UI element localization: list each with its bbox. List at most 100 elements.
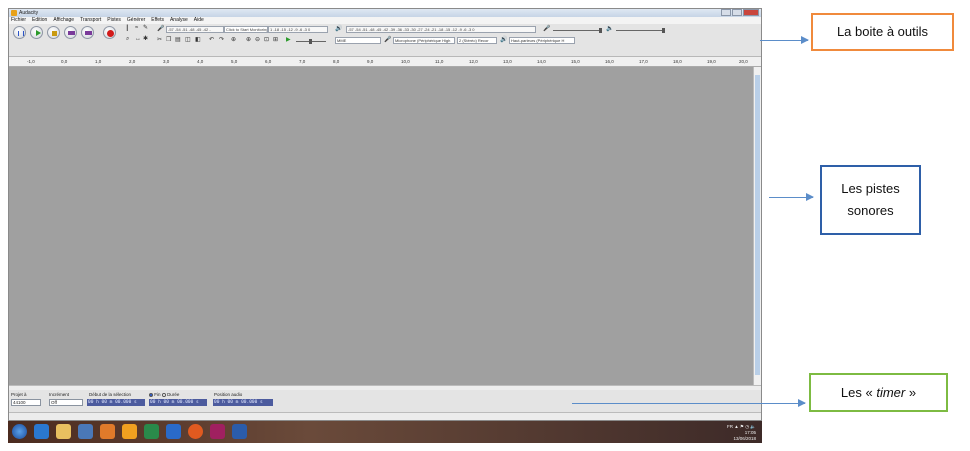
input-device-icon: 🎤	[384, 37, 392, 43]
menu-aide[interactable]: Aide	[194, 17, 204, 24]
zoom-out-icon[interactable]: ⊖	[255, 37, 260, 44]
output-device-select[interactable]: Haut-parleurs (Périphérique H	[509, 37, 575, 44]
silence-icon[interactable]: ◧	[195, 37, 201, 44]
project-rate-select[interactable]: 44100	[11, 399, 41, 406]
toolbox-annotation-text: La boite à outils	[836, 24, 929, 39]
menu-edition[interactable]: Edition	[32, 17, 47, 24]
timer-annotation: Les « timer »	[809, 373, 948, 412]
windows-taskbar: FR ▲ ⚑ ◷ 🔈 17:05 13/06/2018	[8, 421, 762, 443]
input-device-select[interactable]: Microphone (Périphérique High	[393, 37, 455, 44]
title-bar: Audacity	[9, 9, 761, 17]
length-radio[interactable]	[161, 392, 166, 397]
record-volume-slider[interactable]	[553, 30, 601, 31]
ruler-tick: 5,0	[231, 59, 238, 64]
file-explorer-icon[interactable]	[56, 424, 71, 439]
playback-volume-thumb[interactable]	[662, 28, 665, 33]
start-button[interactable]	[12, 424, 27, 439]
selection-start-time[interactable]: 00 h 00 m 00.000 s	[87, 399, 145, 406]
undo-icon[interactable]: ↶	[209, 37, 214, 44]
vertical-scroll-thumb[interactable]	[755, 75, 760, 375]
fit-selection-icon[interactable]: ⊡	[264, 37, 269, 44]
input-channels-select[interactable]: 2 (Stéréo) Recor	[457, 37, 497, 44]
redo-icon[interactable]: ↷	[219, 37, 224, 44]
fit-project-icon[interactable]: ⊞	[273, 37, 278, 44]
record-button[interactable]	[103, 26, 116, 39]
menu-analyse[interactable]: Analyse	[170, 17, 188, 24]
close-button[interactable]	[743, 9, 759, 16]
audio-host-select[interactable]: MME	[335, 37, 381, 44]
record-volume-thumb[interactable]	[599, 28, 602, 33]
internet-explorer-icon[interactable]	[34, 424, 49, 439]
tracks-arrow	[769, 193, 814, 201]
stop-button[interactable]	[47, 26, 60, 39]
multi-tool-icon[interactable]: ✱	[143, 36, 148, 43]
ruler-tick: 3,0	[163, 59, 170, 64]
onenote-icon[interactable]	[210, 424, 225, 439]
selection-start-label: Début de la sélection	[89, 392, 132, 397]
ruler-tick: 18,0	[673, 59, 682, 64]
skip-to-start-button[interactable]	[64, 26, 77, 39]
selection-tool-icon[interactable]: I	[126, 24, 129, 33]
play-button[interactable]	[30, 26, 43, 39]
ruler-tick: 8,0	[333, 59, 340, 64]
skip-to-end-button[interactable]	[81, 26, 94, 39]
time-shift-tool-icon[interactable]: ↔	[135, 36, 141, 43]
track-area[interactable]	[9, 67, 755, 385]
maximize-button[interactable]	[732, 9, 742, 16]
record-volume-icon: 🎤	[543, 26, 551, 32]
ruler-tick: 9,0	[367, 59, 374, 64]
app-icon[interactable]	[166, 424, 181, 439]
toolbox-annotation: La boite à outils	[811, 13, 954, 51]
clock-time[interactable]: 17:05	[745, 430, 756, 435]
word-icon[interactable]	[232, 424, 247, 439]
ruler-tick: 4,0	[197, 59, 204, 64]
ruler-tick: 7,0	[299, 59, 306, 64]
paste-icon[interactable]: ▤	[175, 37, 181, 44]
ruler-tick: 13,0	[503, 59, 512, 64]
menu-transport[interactable]: Transport	[80, 17, 101, 24]
clock-date[interactable]: 13/06/2018	[733, 436, 756, 441]
end-radio-group: Fin Durée	[149, 392, 179, 397]
vertical-scrollbar[interactable]	[753, 67, 761, 385]
ruler-tick: 17,0	[639, 59, 648, 64]
menu-pistes[interactable]: Pistes	[107, 17, 121, 24]
play-at-speed-icon[interactable]: ▶	[286, 37, 291, 44]
snap-select[interactable]: Off	[49, 399, 83, 406]
play-speed-thumb[interactable]	[309, 39, 312, 44]
timeline-ruler[interactable]: -1,0 0,0 1,0 2,0 3,0 4,0 5,0 6,0 7,0 8,0…	[9, 57, 761, 67]
network-icon[interactable]: ▲ ⚑ ◷ 🔈	[734, 424, 756, 429]
record-meter-scale-end: 1 -18 -15 -12 -9 -6 -3 0	[268, 26, 328, 33]
audio-position-time[interactable]: 00 h 00 m 00.000 s	[213, 399, 273, 406]
menu-fichier[interactable]: Fichier	[11, 17, 26, 24]
media-player-icon[interactable]	[78, 424, 93, 439]
excel-icon[interactable]	[144, 424, 159, 439]
output-device-icon: 🔊	[500, 37, 508, 43]
selection-end-time[interactable]: 00 h 00 m 00.000 s	[149, 399, 207, 406]
start-monitoring-hint[interactable]: Click to Start Monitoring	[224, 26, 268, 33]
ruler-tick: -1,0	[27, 59, 35, 64]
menu-bar: Fichier Edition Affichage Transport Pist…	[9, 17, 761, 24]
language-indicator[interactable]: FR	[727, 424, 733, 429]
envelope-tool-icon[interactable]: ≈	[135, 25, 138, 32]
trim-icon[interactable]: ◫	[185, 37, 191, 44]
audacity-taskbar-icon[interactable]	[100, 424, 115, 439]
playback-volume-icon: 🔈	[606, 26, 614, 32]
cut-icon[interactable]: ✂	[157, 37, 162, 44]
menu-effets[interactable]: Effets	[151, 17, 164, 24]
pause-button[interactable]	[13, 26, 26, 39]
speaker-meter-icon: 🔊	[335, 26, 343, 32]
playback-volume-slider[interactable]	[616, 30, 664, 31]
firefox-icon[interactable]	[188, 424, 203, 439]
copy-icon[interactable]: ❐	[166, 37, 171, 44]
menu-generer[interactable]: Générer	[127, 17, 145, 24]
sync-lock-icon[interactable]: ⊕	[231, 37, 236, 44]
zoom-tool-icon[interactable]: ⌕	[126, 36, 129, 43]
office-app-icon[interactable]	[122, 424, 137, 439]
menu-affichage[interactable]: Affichage	[53, 17, 74, 24]
end-radio[interactable]	[149, 392, 153, 397]
end-radio-label: Fin	[154, 392, 161, 397]
draw-tool-icon[interactable]: ✎	[143, 25, 148, 32]
ruler-tick: 10,0	[401, 59, 410, 64]
minimize-button[interactable]	[721, 9, 731, 16]
zoom-in-icon[interactable]: ⊕	[246, 37, 251, 44]
